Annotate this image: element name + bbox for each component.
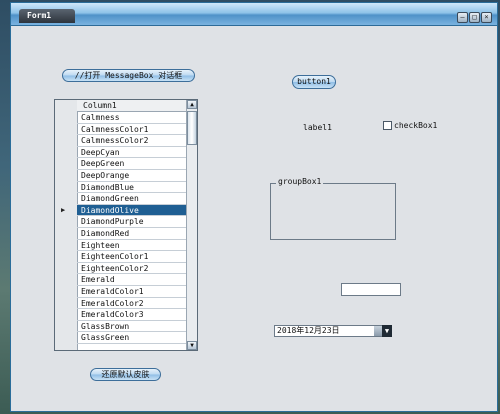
list-item[interactable]: DiamondGreen [77, 193, 187, 205]
row-header-column [55, 100, 78, 350]
list-item[interactable]: DiamondOlive [77, 204, 187, 217]
list-item[interactable]: DiamondPurple [77, 216, 187, 228]
text-input[interactable] [341, 283, 401, 296]
column1-header[interactable]: Column1 [77, 100, 187, 112]
list-item[interactable]: DeepGreen [77, 158, 187, 170]
minimize-button[interactable]: – [457, 12, 468, 23]
current-row-indicator-icon: ▶ [61, 205, 66, 214]
label1: label1 [303, 123, 332, 132]
scroll-thumb[interactable] [187, 111, 197, 145]
skin-list-grid[interactable]: Column1 Calmness CalmnessColor1 CalmnessCo… [54, 99, 198, 351]
groupbox1-title: groupBox1 [276, 177, 324, 186]
checkbox1-label[interactable]: checkBox1 [394, 121, 437, 130]
checkbox1[interactable] [383, 121, 392, 130]
title-bar[interactable]: Form1 – □ × [11, 3, 497, 26]
list-item[interactable]: EmeraldColor1 [77, 286, 187, 298]
list-item[interactable]: GlassGreen [77, 332, 187, 344]
date-dropdown-button[interactable]: ▼ [382, 325, 392, 337]
scroll-up-icon[interactable]: ▲ [187, 100, 197, 109]
vertical-scrollbar[interactable]: ▲ ▼ [186, 100, 197, 350]
list-item[interactable]: GlassBrown [77, 321, 187, 333]
list-item[interactable]: Emerald [77, 274, 187, 286]
list-item[interactable]: Eighteen [77, 240, 187, 252]
calendar-icon[interactable] [374, 326, 382, 336]
maximize-button[interactable]: □ [469, 12, 480, 23]
groupbox1 [270, 183, 396, 240]
main-window: Form1 – □ × //打开 MessageBox 对话框 button1 … [10, 2, 498, 412]
list-item[interactable]: EmeraldColor3 [77, 309, 187, 321]
scroll-down-icon[interactable]: ▼ [187, 341, 197, 350]
list-item[interactable]: CalmnessColor2 [77, 135, 187, 147]
list-item[interactable]: DiamondRed [77, 228, 187, 240]
close-button[interactable]: × [481, 12, 492, 23]
list-item[interactable]: DiamondBlue [77, 182, 187, 194]
list-item[interactable]: EighteenColor2 [77, 263, 187, 275]
list-item[interactable]: CalmnessColor1 [77, 124, 187, 136]
window-title: Form1 [19, 9, 75, 23]
grid-rows: Calmness CalmnessColor1 CalmnessColor2 Deep… [77, 112, 187, 344]
button1[interactable]: button1 [292, 75, 336, 89]
list-item[interactable]: EighteenColor1 [77, 251, 187, 263]
restore-default-skin-button[interactable]: 还原默认皮肤 [90, 368, 161, 381]
list-item[interactable]: Calmness [77, 112, 187, 124]
list-item[interactable]: EmeraldColor2 [77, 298, 187, 310]
open-messagebox-button[interactable]: //打开 MessageBox 对话框 [62, 69, 195, 82]
list-item[interactable]: DeepOrange [77, 170, 187, 182]
list-item[interactable]: DeepCyan [77, 147, 187, 159]
